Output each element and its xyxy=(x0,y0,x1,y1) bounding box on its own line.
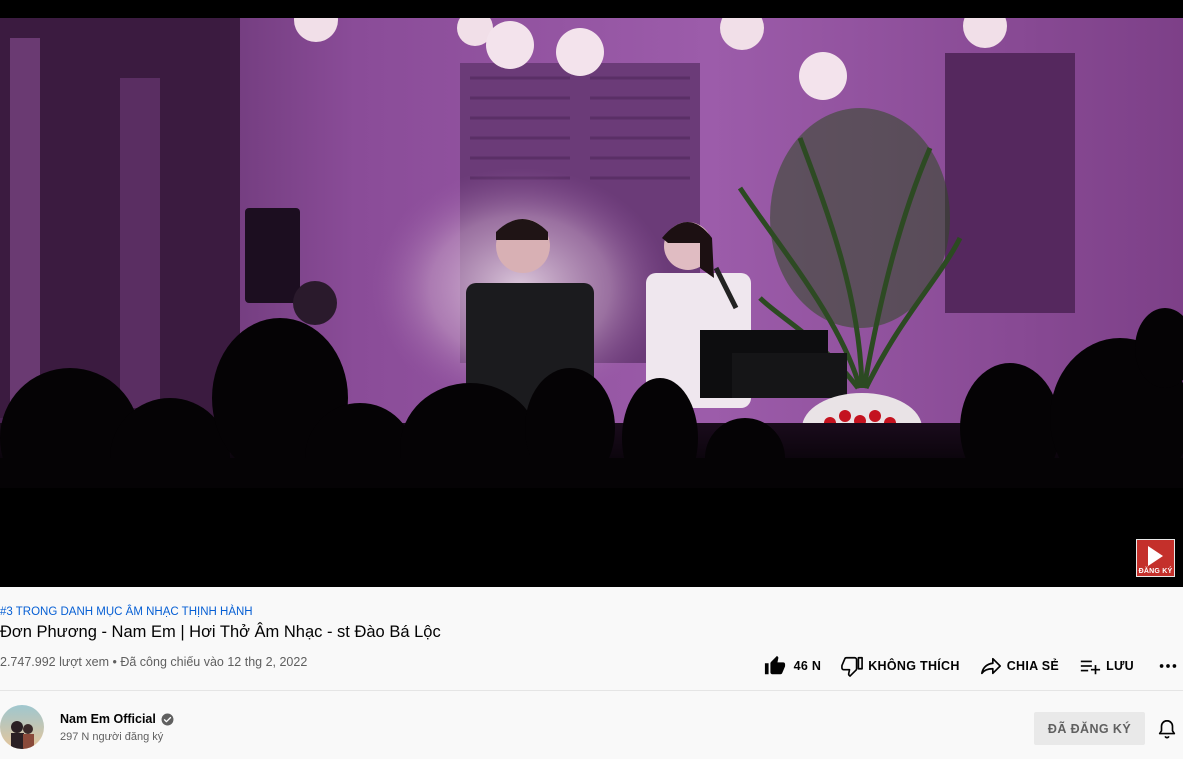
subscriber-count: 297 N người đăng ký xyxy=(60,731,164,743)
share-button[interactable]: CHIA SẺ xyxy=(980,651,1059,681)
bell-icon[interactable] xyxy=(1156,718,1178,740)
play-icon xyxy=(1148,546,1163,566)
share-label: CHIA SẺ xyxy=(1006,659,1060,673)
save-label: LƯU xyxy=(1106,659,1134,673)
view-count: 2.747.992 lượt xem xyxy=(0,655,109,669)
watermark-label: ĐĂNG KÝ xyxy=(1138,568,1173,575)
video-meta: 2.747.992 lượt xem • Đã công chiếu vào 1… xyxy=(0,655,307,669)
avatar-image xyxy=(0,705,44,749)
dislike-label: KHÔNG THÍCH xyxy=(868,659,960,673)
verified-icon xyxy=(161,713,174,725)
video-title: Đơn Phương - Nam Em | Hơi Thở Âm Nhạc - … xyxy=(0,623,441,641)
channel-name-row: Nam Em Official xyxy=(60,712,174,726)
like-button[interactable]: 46 N xyxy=(764,651,822,681)
like-count: 46 N xyxy=(793,659,822,673)
subscribed-button[interactable]: ĐÃ ĐĂNG KÝ xyxy=(1034,712,1145,745)
trending-tag[interactable]: #3 TRONG DANH MỤC ÂM NHẠC THỊNH HÀNH xyxy=(0,606,253,618)
thumb-up-icon xyxy=(764,655,785,675)
premiere-date: Đã công chiếu vào 12 thg 2, 2022 xyxy=(120,655,308,669)
video-frame[interactable] xyxy=(0,18,1183,488)
video-info: #3 TRONG DANH MỤC ÂM NHẠC THỊNH HÀNH Đơn… xyxy=(0,587,1183,691)
meta-separator: • xyxy=(112,655,117,669)
save-button[interactable]: LƯU xyxy=(1079,651,1134,681)
youtube-watch-page: ĐĂNG KÝ #3 TRONG DANH MỤC ÂM NHẠC THỊNH … xyxy=(0,0,1183,759)
playlist-add-icon xyxy=(1080,660,1101,675)
video-frame-image xyxy=(0,18,1183,488)
video-player[interactable]: ĐĂNG KÝ xyxy=(0,0,1183,587)
action-bar: 46 N KHÔNG THÍCH CHIA SẺ LƯU xyxy=(764,651,1183,681)
thumb-down-icon xyxy=(841,656,864,677)
more-horizontal-icon xyxy=(1159,664,1177,668)
share-icon xyxy=(980,657,1001,675)
dislike-button[interactable]: KHÔNG THÍCH xyxy=(841,651,960,681)
subscribe-watermark[interactable]: ĐĂNG KÝ xyxy=(1136,539,1175,577)
channel-avatar[interactable] xyxy=(0,705,44,749)
channel-row: Nam Em Official 297 N người đăng ký ĐÃ Đ… xyxy=(0,691,1183,759)
channel-name[interactable]: Nam Em Official xyxy=(60,712,156,726)
more-actions-button[interactable] xyxy=(1156,651,1180,681)
